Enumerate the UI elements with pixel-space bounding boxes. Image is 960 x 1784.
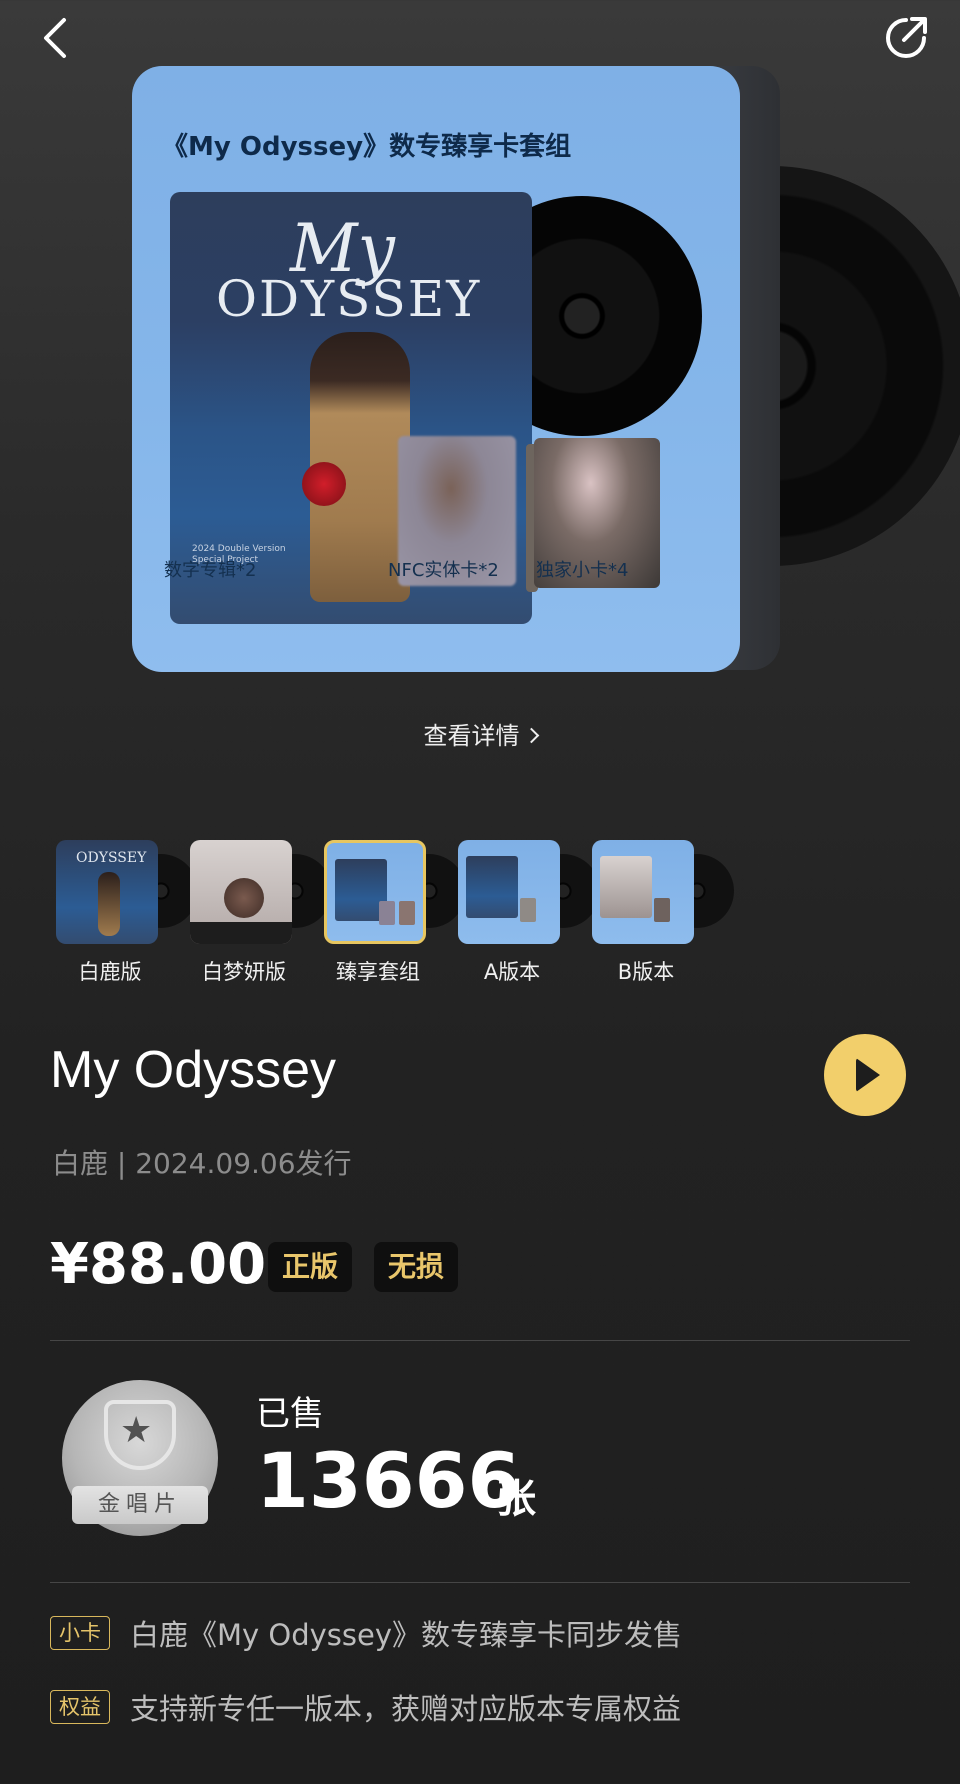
divider (50, 1340, 910, 1341)
version-thumbnail (592, 840, 694, 944)
info-row-benefits[interactable]: 权益 支持新专任一版本，获赠对应版本专属权益 (50, 1686, 910, 1726)
hero-title: 《My Odyssey》数专臻享卡套组 (162, 132, 572, 162)
play-icon (856, 1058, 880, 1092)
version-label: 白鹿版 (78, 960, 142, 984)
version-label: 臻享套组 (336, 960, 420, 984)
sold-label: 已售 (256, 1394, 324, 1434)
cover-title-odyssey: ODYSSEY (216, 270, 482, 328)
version-selector: ODYSSEY 白鹿版 白梦妍版 臻享套组 A版本 B版本 (50, 838, 910, 988)
version-option[interactable]: B版本 (586, 838, 734, 988)
divider (50, 1582, 910, 1583)
star-icon: ★ (120, 1410, 153, 1451)
sold-unit: 张 (496, 1476, 536, 1522)
version-label: A版本 (483, 960, 541, 984)
hero-label-photocard: 独家小卡*4 (536, 560, 629, 581)
gold-record-medal-icon: ★ 金唱片 (62, 1380, 218, 1536)
cover-roses (302, 462, 346, 506)
info-tag: 权益 (50, 1690, 110, 1724)
chevron-right-icon (523, 727, 539, 744)
version-thumbnail: ODYSSEY (56, 840, 158, 944)
view-details-label: 查看详情 (423, 722, 520, 750)
info-tag: 小卡 (50, 1616, 110, 1650)
hero-product-image[interactable]: 《My Odyssey》数专臻享卡套组 My ODYSSEY 2024 Doub… (132, 66, 960, 676)
info-text: 支持新专任一版本，获赠对应版本专属权益 (130, 1692, 682, 1726)
hero-card: 《My Odyssey》数专臻享卡套组 My ODYSSEY 2024 Doub… (132, 66, 740, 672)
version-thumbnail (324, 840, 426, 944)
version-label: 白梦妍版 (202, 960, 286, 984)
hero-label-nfc: NFC实体卡*2 (388, 560, 499, 581)
chevron-left-icon (44, 18, 66, 58)
version-option[interactable]: 白梦妍版 (184, 838, 332, 988)
medal-label: 金唱片 (72, 1486, 208, 1524)
hero-label-digital: 数字专辑*2 (164, 560, 257, 581)
info-text: 白鹿《My Odyssey》数专臻享卡同步发售 (130, 1618, 683, 1652)
album-title: My Odyssey (50, 1041, 337, 1099)
sold-count: 13666 (256, 1436, 521, 1525)
version-option-selected[interactable]: 臻享套组 (318, 838, 466, 988)
version-thumbnail (190, 840, 292, 944)
version-thumbnail (458, 840, 560, 944)
info-row-photocard[interactable]: 小卡 白鹿《My Odyssey》数专臻享卡同步发售 (50, 1612, 910, 1652)
play-button[interactable] (824, 1034, 906, 1116)
share-icon (886, 17, 927, 58)
price: ¥88.00 (50, 1232, 267, 1297)
version-label: B版本 (617, 960, 675, 984)
badge-lossless: 无损 (374, 1242, 459, 1292)
artist-release-info: 白鹿 | 2024.09.06发行 (52, 1147, 352, 1180)
version-option[interactable]: ODYSSEY 白鹿版 (50, 838, 198, 988)
badge-official: 正版 (268, 1242, 353, 1292)
view-details-link[interactable]: 查看详情 (0, 716, 960, 751)
back-button[interactable] (38, 10, 78, 66)
share-button[interactable] (880, 8, 936, 64)
version-option[interactable]: A版本 (452, 838, 600, 988)
